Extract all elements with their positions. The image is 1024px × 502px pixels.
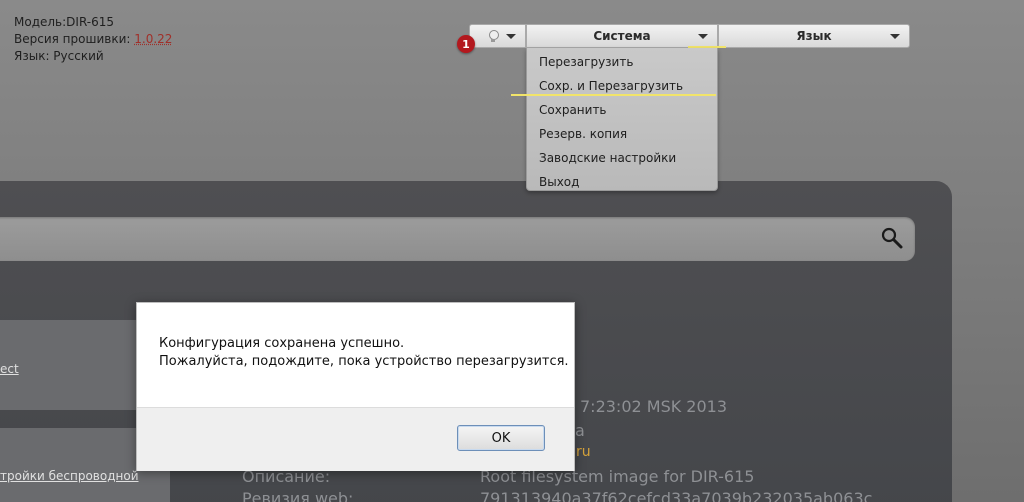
- search-bar[interactable]: [0, 217, 915, 261]
- language-text: Язык: Русский: [14, 49, 104, 63]
- web-revision-label: Ревизия web:: [242, 489, 354, 502]
- firmware-line: Версия прошивки: 1.0.22: [14, 31, 172, 48]
- menu-item-logout[interactable]: Выход: [527, 170, 717, 194]
- menu-link-partial[interactable]: ect: [0, 362, 19, 376]
- bg-fragment-a: a: [575, 421, 585, 440]
- confirmation-dialog: Конфигурация сохранена успешно. Пожалуйс…: [136, 302, 575, 471]
- menu-item-factory-reset[interactable]: Заводские настройки: [527, 146, 717, 170]
- wireless-settings-link[interactable]: тройки беспроводной: [0, 469, 139, 483]
- notifications-button[interactable]: [469, 24, 526, 48]
- top-navigation-bar: Система Язык: [469, 24, 910, 48]
- menu-item-backup[interactable]: Резерв. копия: [527, 122, 717, 146]
- system-dropdown-menu: Перезагрузить Сохр. и Перезагрузить Сохр…: [526, 48, 718, 191]
- web-revision-value: 791313940a37f62cefcd33a7039b232035ab063c: [480, 489, 873, 502]
- firmware-version-link[interactable]: 1.0.22: [134, 32, 172, 46]
- menu-item-reboot[interactable]: Перезагрузить: [527, 50, 717, 74]
- dialog-body: Конфигурация сохранена успешно. Пожалуйс…: [137, 303, 574, 407]
- notification-badge[interactable]: 1: [457, 35, 475, 53]
- ok-button[interactable]: OK: [457, 425, 545, 451]
- dialog-message-line2: Пожалуйста, подождите, пока устройство п…: [159, 354, 569, 369]
- dialog-message-line1: Конфигурация сохранена успешно.: [159, 336, 405, 351]
- system-menu-label: Система: [593, 29, 651, 43]
- bulb-icon: [488, 29, 499, 43]
- language-menu-label: Язык: [796, 29, 832, 43]
- chevron-down-icon: [890, 34, 900, 39]
- model-text: Модель:DIR-615: [14, 15, 115, 29]
- system-menu-button[interactable]: Система: [526, 24, 718, 48]
- firmware-label: Версия прошивки:: [14, 32, 131, 46]
- annotation-underline-save-reboot: [511, 94, 716, 96]
- chevron-down-icon: [506, 34, 516, 39]
- build-time-text: 7:23:02 MSK 2013: [580, 397, 728, 416]
- bg-link-fragment[interactable]: ru: [576, 444, 591, 460]
- language-menu-button[interactable]: Язык: [718, 24, 910, 48]
- menu-item-save[interactable]: Сохранить: [527, 98, 717, 122]
- search-icon[interactable]: [880, 226, 904, 250]
- chevron-down-icon: [698, 34, 708, 39]
- dialog-footer: OK: [137, 407, 574, 471]
- device-info: Модель:DIR-615 Версия прошивки: 1.0.22 Я…: [14, 14, 172, 65]
